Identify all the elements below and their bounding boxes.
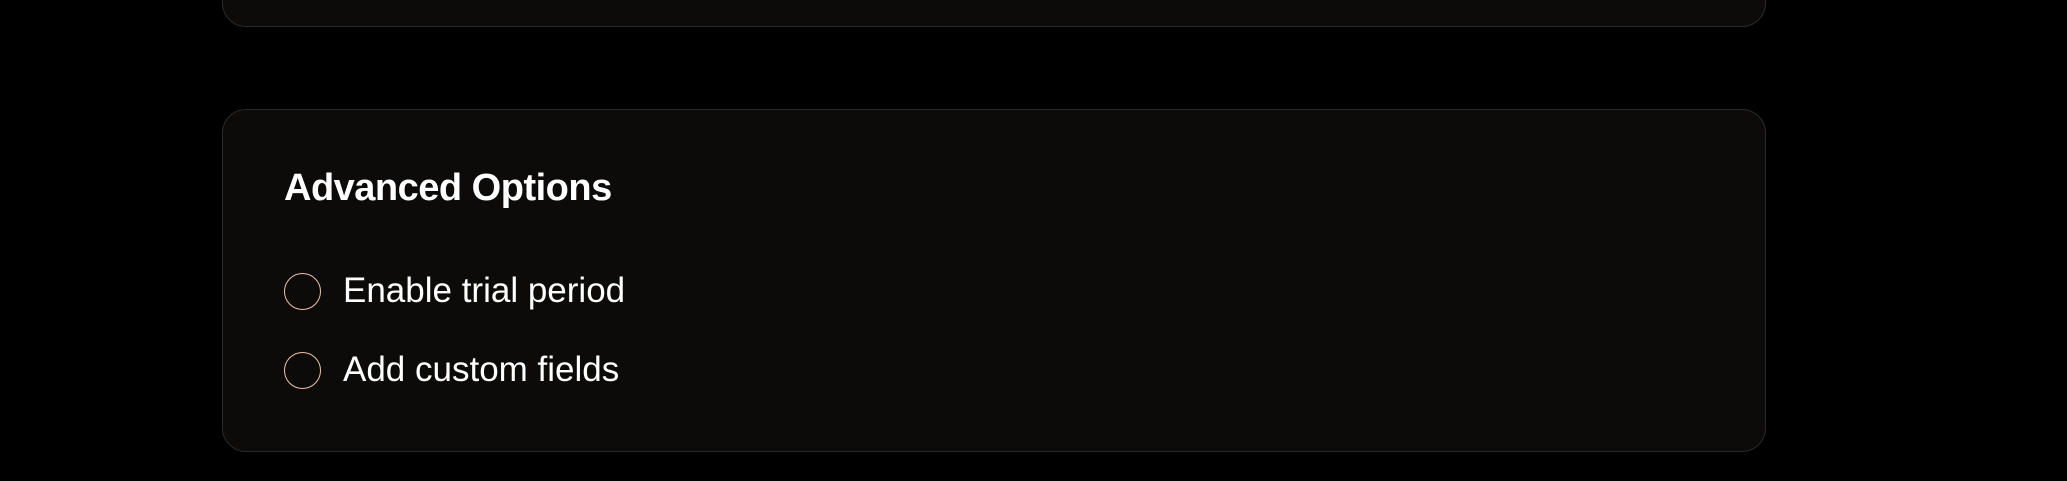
add-custom-fields-option[interactable]: Add custom fields bbox=[284, 349, 619, 391]
radio-unchecked-icon[interactable] bbox=[284, 272, 321, 310]
advanced-options-card: Advanced Options Enable trial period Add… bbox=[222, 109, 1766, 452]
section-title: Advanced Options bbox=[284, 167, 612, 209]
radio-unchecked-icon[interactable] bbox=[284, 351, 321, 389]
previous-section-card bbox=[222, 0, 1766, 27]
option-label: Add custom fields bbox=[343, 350, 620, 389]
enable-trial-period-option[interactable]: Enable trial period bbox=[284, 270, 625, 312]
option-label: Enable trial period bbox=[343, 271, 626, 310]
page: Advanced Options Enable trial period Add… bbox=[0, 0, 2067, 481]
